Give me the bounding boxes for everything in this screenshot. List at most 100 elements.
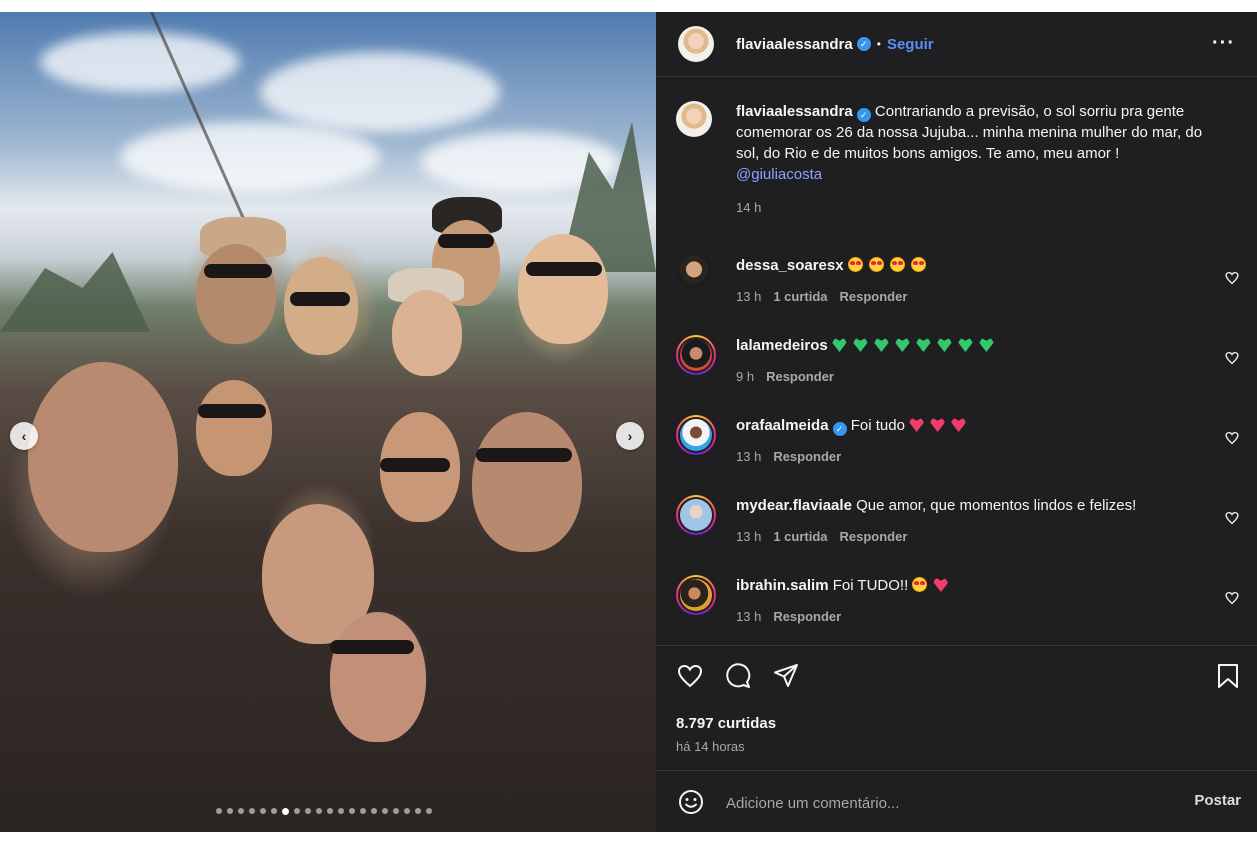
share-button[interactable]	[772, 662, 800, 690]
post-header: flaviaalessandra ✓ • Seguir ···	[656, 12, 1257, 77]
comment-like-heart-icon[interactable]	[1225, 511, 1239, 525]
chevron-left-icon: ‹	[21, 428, 27, 444]
send-plane-icon	[774, 664, 798, 687]
verified-badge-icon: ✓	[856, 37, 871, 51]
verified-badge-icon: ✓	[856, 108, 871, 122]
comment-like-heart-icon[interactable]	[1225, 351, 1239, 365]
commenter-username[interactable]: mydear.flaviaale	[736, 497, 852, 514]
carousel-next-button[interactable]: ›	[616, 422, 644, 450]
carousel-dot	[260, 808, 266, 814]
like-button[interactable]	[676, 662, 704, 690]
carousel-dot	[305, 808, 311, 814]
commenter-avatar[interactable]	[676, 255, 712, 291]
comment-time: 13 h	[736, 449, 762, 464]
comment-time: 13 h	[736, 529, 762, 544]
post-side-panel: flaviaalessandra ✓ • Seguir ··· flaviaal…	[656, 12, 1257, 832]
caption-avatar[interactable]	[676, 101, 712, 137]
heart-eyes-emoji-icon	[868, 257, 884, 272]
heart-eyes-emoji-icon	[889, 257, 905, 272]
reply-button[interactable]: Responder	[766, 369, 834, 384]
author-avatar[interactable]	[678, 26, 714, 62]
carousel-dot	[393, 808, 399, 814]
person-face	[28, 362, 178, 552]
caption-time: 14 h	[736, 200, 762, 215]
carousel-dot	[349, 808, 355, 814]
carousel-prev-button[interactable]: ‹	[10, 422, 38, 450]
reply-button[interactable]: Responder	[773, 609, 841, 624]
reply-button[interactable]: Responder	[773, 449, 841, 464]
green-heart-icon	[894, 337, 910, 352]
post-photo[interactable]: ‹ ›	[0, 12, 656, 832]
comment-button[interactable]	[724, 662, 752, 690]
commenter-username[interactable]: orafaalmeida	[736, 417, 829, 434]
commenter-avatar[interactable]	[680, 579, 712, 611]
carousel-dot	[316, 808, 322, 814]
sunglasses	[198, 404, 266, 418]
more-options-icon[interactable]: ···	[1212, 32, 1235, 55]
follow-button[interactable]: Seguir	[887, 36, 934, 53]
reply-button[interactable]: Responder	[840, 529, 908, 544]
person-face	[196, 380, 272, 476]
story-ring[interactable]	[676, 335, 716, 375]
chevron-right-icon: ›	[627, 428, 633, 444]
green-heart-icon	[936, 337, 952, 352]
likes-count[interactable]: 8.797 curtidas	[676, 715, 776, 732]
carousel-indicator	[216, 807, 432, 815]
caption-mention-link[interactable]: @giuliacosta	[736, 166, 822, 183]
heart-eyes-emoji-icon	[912, 577, 928, 592]
story-ring[interactable]	[676, 575, 716, 615]
carousel-dot	[238, 808, 244, 814]
reply-button[interactable]: Responder	[840, 289, 908, 304]
comment-composer: Postar	[656, 770, 1257, 833]
comment-time: 9 h	[736, 369, 755, 384]
comment-like-heart-icon[interactable]	[1225, 431, 1239, 445]
carousel-dot	[371, 808, 377, 814]
posted-time: há 14 horas	[676, 739, 745, 754]
carousel-dot	[249, 808, 255, 814]
caption-username[interactable]: flaviaalessandra	[736, 103, 853, 120]
smiley-icon	[679, 790, 703, 814]
comment-text: Foi tudo	[850, 417, 905, 434]
author-username[interactable]: flaviaalessandra	[736, 36, 853, 53]
carousel-dot	[327, 808, 333, 814]
sunglasses	[438, 234, 494, 248]
carousel-dot	[338, 808, 344, 814]
comment-text: Foi TUDO!!	[832, 577, 909, 594]
comment-time: 13 h	[736, 289, 762, 304]
cloud-shape	[120, 122, 380, 192]
person-face	[472, 412, 582, 552]
carousel-dot	[271, 808, 277, 814]
story-ring[interactable]	[676, 495, 716, 535]
commenter-username[interactable]: lalamedeiros	[736, 337, 828, 354]
save-button[interactable]	[1214, 662, 1242, 690]
carousel-dot-active	[282, 807, 289, 815]
mountain-shape	[0, 252, 150, 332]
commenter-username[interactable]: ibrahin.salim	[736, 577, 829, 594]
person-face	[518, 234, 608, 344]
sunglasses	[476, 448, 572, 462]
commenter-username[interactable]: dessa_soaresx	[736, 257, 844, 274]
green-heart-icon	[831, 337, 847, 352]
sunglasses	[204, 264, 272, 278]
story-ring[interactable]	[676, 415, 716, 455]
comment-text: Que amor, que momentos lindos e felizes!	[856, 497, 1137, 514]
comment-like-heart-icon[interactable]	[1225, 591, 1239, 605]
green-heart-icon	[978, 337, 994, 352]
pink-heart-icon	[930, 417, 946, 432]
commenter-avatar[interactable]	[680, 499, 712, 531]
comment-input[interactable]	[724, 791, 1168, 815]
person-face	[284, 257, 358, 355]
post-comment-button[interactable]: Postar	[1194, 792, 1241, 809]
carousel-dot	[294, 808, 300, 814]
carousel-dot	[382, 808, 388, 814]
comment-likes[interactable]: 1 curtida	[773, 529, 827, 544]
commenter-avatar[interactable]	[680, 339, 712, 371]
commenter-avatar[interactable]	[680, 419, 712, 451]
carousel-dot	[360, 808, 366, 814]
emoji-picker-button[interactable]	[678, 789, 704, 820]
comment-likes[interactable]: 1 curtida	[773, 289, 827, 304]
comments-list[interactable]: flaviaalessandra ✓ Contrariando a previsã…	[656, 77, 1257, 645]
sunglasses	[526, 262, 602, 276]
person-face	[330, 612, 426, 742]
comment-like-heart-icon[interactable]	[1225, 271, 1239, 285]
